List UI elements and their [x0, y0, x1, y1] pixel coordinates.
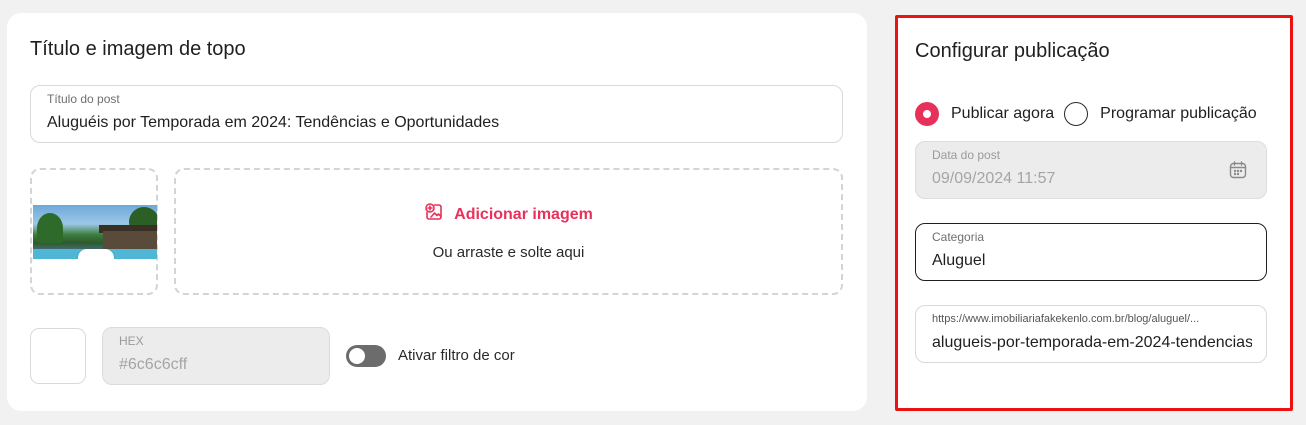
- category-select[interactable]: Aluguel: [932, 252, 985, 270]
- color-filter-toggle[interactable]: [346, 345, 386, 367]
- thumbnail-image: [33, 205, 157, 259]
- publish-settings-card: Configurar publicação Publicar agora Pro…: [895, 15, 1293, 411]
- drop-hint: Ou arraste e solte aqui: [432, 244, 585, 261]
- image-drop-zone[interactable]: Adicionar imagem Ou arraste e solte aqui: [174, 168, 843, 295]
- card-title: Configurar publicação: [915, 40, 1110, 62]
- hex-label: HEX: [119, 334, 144, 348]
- slug-field[interactable]: https://www.imobiliariafakekenlo.com.br/…: [915, 305, 1267, 363]
- hex-input[interactable]: #6c6c6cff: [119, 356, 187, 374]
- radio-publish-now[interactable]: [915, 102, 939, 126]
- hex-field[interactable]: HEX #6c6c6cff: [102, 327, 330, 385]
- category-label: Categoria: [932, 230, 985, 244]
- slug-url-prefix: https://www.imobiliariafakekenlo.com.br/…: [932, 313, 1200, 325]
- post-date-label: Data do post: [932, 148, 1001, 162]
- category-field[interactable]: Categoria Aluguel: [915, 223, 1267, 281]
- radio-schedule-label[interactable]: Programar publicação: [1100, 105, 1257, 123]
- radio-schedule[interactable]: [1064, 102, 1089, 126]
- add-image-icon: [424, 202, 444, 227]
- image-thumbnail-box: [30, 168, 158, 295]
- post-title-label: Título do post: [47, 92, 120, 106]
- publish-options: Publicar agora Programar publicação: [915, 102, 1267, 126]
- post-date-input: 09/09/2024 11:57: [932, 170, 1056, 187]
- top-image-card: Título e imagem de topo Título do post A…: [7, 13, 867, 411]
- post-date-field: Data do post 09/09/2024 11:57: [915, 141, 1267, 199]
- card-title: Título e imagem de topo: [30, 38, 246, 60]
- post-title-input[interactable]: Aluguéis por Temporada em 2024: Tendênci…: [47, 114, 828, 132]
- radio-publish-now-label[interactable]: Publicar agora: [951, 105, 1054, 123]
- delete-image-button[interactable]: [78, 249, 114, 259]
- trash-icon: [88, 257, 104, 259]
- add-image-button[interactable]: Adicionar imagem: [454, 206, 593, 224]
- color-swatch[interactable]: [30, 328, 86, 384]
- calendar-icon: [1228, 160, 1248, 185]
- toggle-knob: [349, 348, 365, 364]
- post-title-field[interactable]: Título do post Aluguéis por Temporada em…: [30, 85, 843, 143]
- color-filter-label: Ativar filtro de cor: [398, 347, 515, 364]
- slug-input[interactable]: alugueis-por-temporada-em-2024-tendencia…: [932, 334, 1252, 352]
